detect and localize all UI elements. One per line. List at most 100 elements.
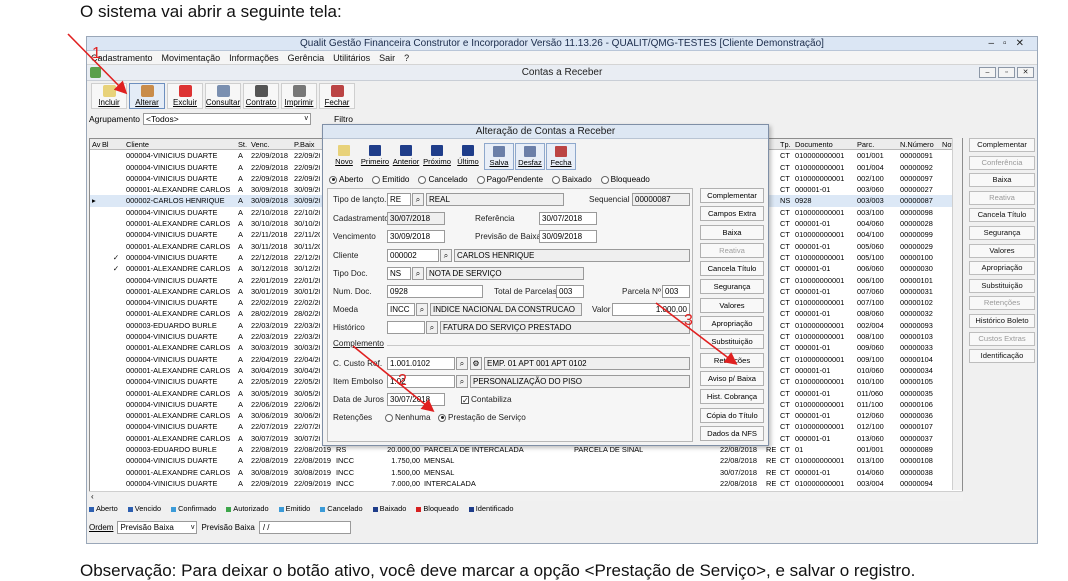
dialog-button-3[interactable]: Próximo xyxy=(422,143,452,170)
toolbar-button-imprimir[interactable]: Imprimir xyxy=(281,83,317,109)
tipodoc-code-field[interactable]: NS xyxy=(387,267,411,280)
dialog-side-button-1[interactable]: Campos Extra xyxy=(700,206,764,222)
dialog-button-4[interactable]: Último xyxy=(453,143,483,170)
side-button-6[interactable]: Valores xyxy=(969,243,1035,258)
previsao-field[interactable]: 30/09/2018 xyxy=(539,230,597,243)
toolbar-button-incluir[interactable]: Incluir xyxy=(91,83,127,109)
vencimento-field[interactable]: 30/09/2018 xyxy=(387,230,445,243)
menu-item[interactable]: Informações xyxy=(229,53,279,63)
menu-item[interactable]: Cadastramento xyxy=(91,53,153,63)
grid-horizontal-scrollbar[interactable]: ‹ xyxy=(89,491,963,501)
order-select[interactable]: Previsão Baixa xyxy=(117,520,198,534)
cell-tp: CT xyxy=(780,411,790,421)
dialog-side-button-13[interactable]: Dados da NFS xyxy=(700,425,764,441)
column-header[interactable]: P.Baix xyxy=(294,139,320,149)
moeda-lookup-icon[interactable]: ⌕ xyxy=(416,303,428,316)
menu-item[interactable]: Utilitários xyxy=(333,53,370,63)
column-header[interactable]: Venc. xyxy=(251,139,293,149)
toolbar-button-consultar[interactable]: Consultar xyxy=(205,83,241,109)
dialog-side-button-2[interactable]: Baixa xyxy=(700,224,764,240)
itemembolso-code-field[interactable]: 1.02 xyxy=(387,375,455,388)
side-button-7[interactable]: Apropriação xyxy=(969,261,1035,276)
column-header[interactable]: Av xyxy=(92,139,102,149)
ret-nenhuma-radio[interactable]: Nenhuma xyxy=(385,413,431,422)
column-header[interactable]: N.Número xyxy=(900,139,942,149)
dialog-button-7[interactable]: Fecha xyxy=(546,143,576,170)
side-button-10[interactable]: Histórico Boleto xyxy=(969,313,1035,328)
column-header[interactable]: Parc. xyxy=(857,139,899,149)
parcela-field[interactable]: 003 xyxy=(662,285,690,298)
menu-item[interactable]: ? xyxy=(404,53,409,63)
group-select[interactable]: <Todos> xyxy=(143,112,312,125)
toolbar-button-alterar[interactable]: Alterar xyxy=(129,83,165,109)
status-radio-0[interactable]: Aberto xyxy=(329,175,363,184)
valor-field[interactable]: 1.000,00 xyxy=(612,303,690,316)
ret-prestacao-radio[interactable]: Prestação de Serviço xyxy=(438,413,526,422)
dialog-button-1[interactable]: Primeiro xyxy=(360,143,390,170)
historico-code-field[interactable] xyxy=(387,321,425,334)
side-button-12[interactable]: Identificação xyxy=(969,349,1035,364)
datajuros-field[interactable]: 30/07/2018 xyxy=(387,393,445,406)
dialog-button-5[interactable]: Salva xyxy=(484,143,514,170)
table-row[interactable]: 000004-VINICIUS DUARTE A 22/08/2019 22/08/2… xyxy=(90,455,962,466)
side-button-0[interactable]: Complementar xyxy=(969,138,1035,152)
dialog-side-button-4[interactable]: Cancela Título xyxy=(700,261,764,277)
toolbar-button-contrato[interactable]: Contrato xyxy=(243,83,279,109)
cliente-code-field[interactable]: 000002 xyxy=(387,249,439,262)
dialog-side-button-11[interactable]: Hist. Cobrança xyxy=(700,389,764,405)
dialog-side-button-9[interactable]: Retenções xyxy=(700,352,764,368)
dialog-side-button-12[interactable]: Cópia do Título xyxy=(700,407,764,423)
referencia-field[interactable]: 30/07/2018 xyxy=(539,212,597,225)
historico-lookup-icon[interactable]: ⌕ xyxy=(426,321,438,334)
dialog-side-button-7[interactable]: Apropriação xyxy=(700,316,764,332)
table-row[interactable]: 000004-VINICIUS DUARTE A 22/09/2019 22/09/2… xyxy=(90,478,962,489)
column-header[interactable]: St. xyxy=(238,139,248,149)
range-input[interactable]: / / xyxy=(258,520,351,534)
window-controls[interactable]: –▫✕ xyxy=(989,37,1034,51)
itemembolso-lookup-icon[interactable]: ⌕ xyxy=(456,375,468,388)
column-header[interactable]: Cliente xyxy=(126,139,238,149)
menu-item[interactable]: Sair xyxy=(379,53,395,63)
status-radio-5[interactable]: Bloqueado xyxy=(600,175,650,184)
ccusto-code-field[interactable]: 1.001.0102 xyxy=(387,357,455,370)
ccusto-link-icon[interactable]: ⚙ xyxy=(470,357,482,370)
side-button-4[interactable]: Cancela Título xyxy=(969,208,1035,223)
contabiliza-checkbox[interactable]: ✓ Contabiliza xyxy=(461,395,512,404)
dialog-side-button-5[interactable]: Segurança xyxy=(700,279,764,295)
side-button-8[interactable]: Substituição xyxy=(969,278,1035,293)
dialog-side-button-6[interactable]: Valores xyxy=(700,297,764,313)
totalparc-field[interactable]: 003 xyxy=(556,285,584,298)
moeda-code-field[interactable]: INCC xyxy=(387,303,415,316)
dialog-side-button-10[interactable]: Aviso p/ Baixa xyxy=(700,370,764,386)
tipodoc-lookup-icon[interactable]: ⌕ xyxy=(412,267,424,280)
tipo-lanc-lookup-icon[interactable]: ⌕ xyxy=(412,193,424,206)
column-header[interactable]: Tp. xyxy=(780,139,794,149)
status-radio-1[interactable]: Emitido xyxy=(372,175,409,184)
toolbar-button-excluir[interactable]: Excluir xyxy=(167,83,203,109)
dialog-button-6[interactable]: Desfaz xyxy=(515,143,545,170)
status-radio-2[interactable]: Cancelado xyxy=(418,175,468,184)
status-radio-4[interactable]: Baixado xyxy=(552,175,592,184)
status-radio-3[interactable]: Pago/Pendente xyxy=(476,175,543,184)
cell-doc: 000001-01 xyxy=(795,309,831,319)
cell-nn: 00000093 xyxy=(900,320,933,330)
complemento-label[interactable]: Complemento xyxy=(333,339,384,348)
grid-vertical-scrollbar[interactable] xyxy=(952,138,962,490)
side-button-2[interactable]: Baixa xyxy=(969,173,1035,188)
cliente-lookup-icon[interactable]: ⌕ xyxy=(440,249,452,262)
menu-item[interactable]: Gerência xyxy=(288,53,325,63)
column-header[interactable]: Documento xyxy=(795,139,857,149)
numdoc-field[interactable]: 0928 xyxy=(387,285,483,298)
module-window-controls[interactable]: – ▫ ✕ xyxy=(979,67,1034,78)
tipo-lanc-code-field[interactable]: RE xyxy=(387,193,411,206)
table-row[interactable]: 000001-ALEXANDRE CARLOS A 30/08/2019 30/08/… xyxy=(90,467,962,478)
dialog-button-0[interactable]: Novo xyxy=(329,143,359,170)
dialog-side-button-8[interactable]: Substituição xyxy=(700,334,764,350)
toolbar-button-fechar[interactable]: Fechar xyxy=(319,83,355,109)
column-header[interactable]: Bl xyxy=(102,139,114,149)
dialog-button-2[interactable]: Anterior xyxy=(391,143,421,170)
menu-item[interactable]: Movimentação xyxy=(162,53,221,63)
ccusto-lookup-icon[interactable]: ⌕ xyxy=(456,357,468,370)
dialog-side-button-0[interactable]: Complementar xyxy=(700,188,764,203)
side-button-5[interactable]: Segurança xyxy=(969,225,1035,240)
